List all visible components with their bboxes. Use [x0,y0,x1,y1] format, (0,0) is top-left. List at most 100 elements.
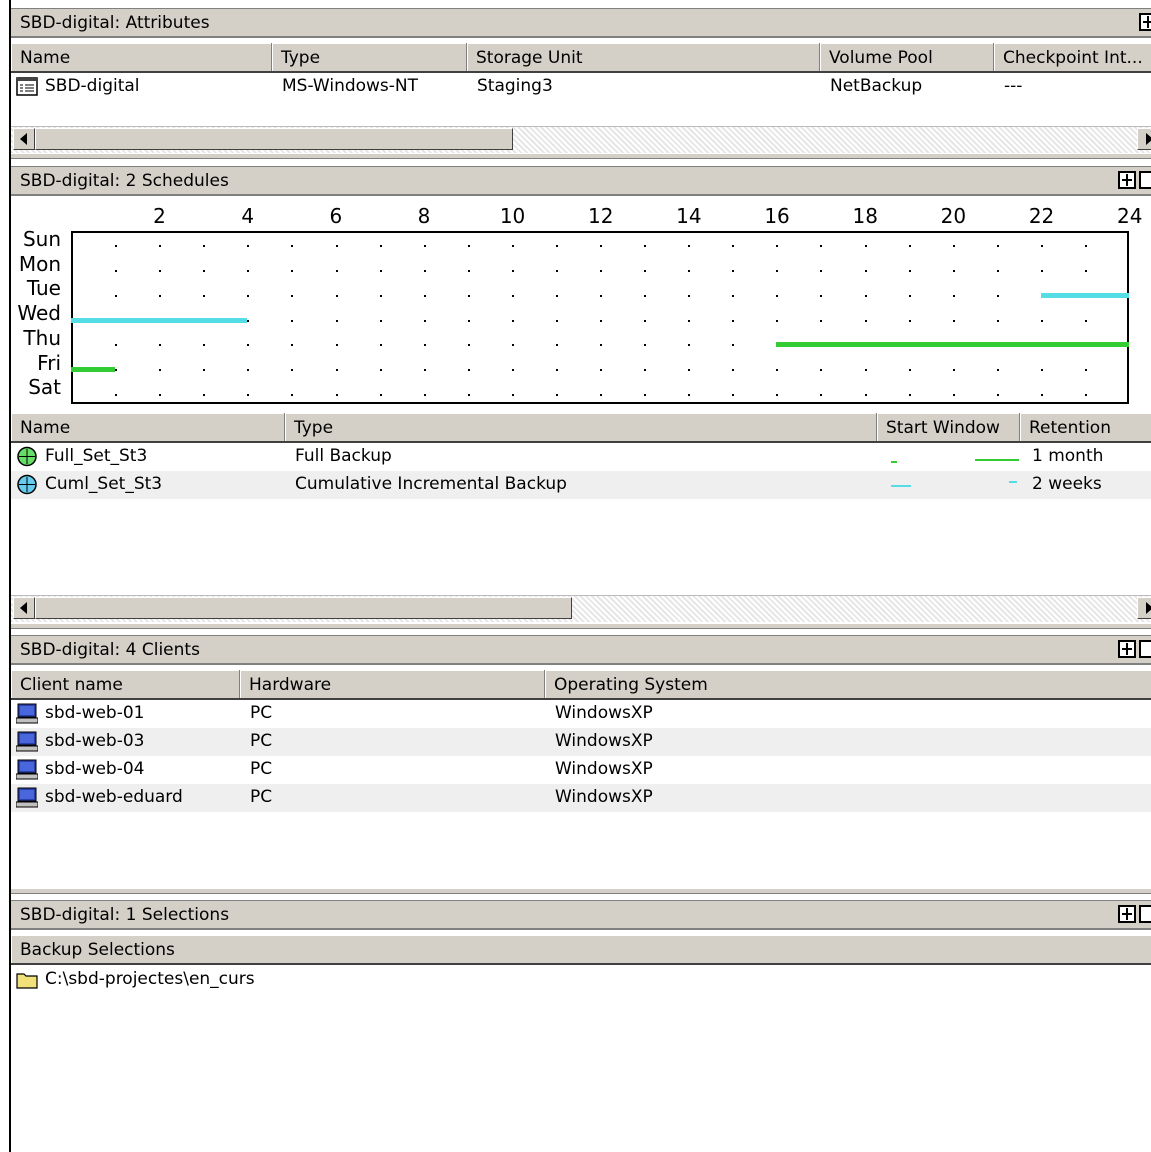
grid-dot [511,368,514,371]
pane-splitter[interactable] [11,888,1151,894]
selections-title-bar: SBD-digital: 1 Selections [11,900,1151,930]
scroll-right-button[interactable] [1137,597,1151,619]
backup-window-bar[interactable] [71,366,116,372]
policy-type: MS-Windows-NT [282,76,419,96]
col-start-window[interactable]: Start Window [877,413,1020,441]
selections-header: Backup Selections [11,935,1151,965]
schedule-type: Full Backup [295,446,392,466]
grid-dot [335,270,338,273]
grid-dot [908,393,911,396]
backup-window-bar[interactable] [1040,292,1129,298]
client-row[interactable]: sbd-web-03 PC WindowsXP [11,728,1151,756]
grid-dot [864,245,867,248]
policy-row[interactable]: SBD-digital MS-Windows-NT Staging3 NetBa… [11,73,1151,101]
scroll-right-button[interactable] [1137,128,1151,150]
col-checkpoint[interactable]: Checkpoint Int... [994,43,1151,71]
scroll-thumb[interactable] [35,597,572,619]
grid-dot [996,393,999,396]
grid-dot [864,319,867,322]
grid-dot [1040,245,1043,248]
backup-window-bar[interactable] [776,342,1129,348]
col-retention[interactable]: Retention [1020,413,1151,441]
hour-tick-label: 10 [499,204,526,228]
col-client-name[interactable]: Client name [11,670,240,698]
grid-dot [996,319,999,322]
grid-dot [203,344,206,347]
grid-dot [555,294,558,297]
grid-dot [247,319,250,322]
schedule-row[interactable]: Full_Set_St3 Full Backup 1 month [11,443,1151,471]
grid-dot [688,319,691,322]
scroll-left-button[interactable] [13,597,35,619]
grid-dot [423,270,426,273]
split-pane-icon[interactable] [1139,13,1151,31]
split-pane-icon[interactable] [1118,905,1136,923]
grid-dot [379,368,382,371]
grid-dot [600,393,602,396]
grid-dot [644,319,647,322]
grid-dot [732,344,735,347]
grid-dot [247,368,250,371]
schedule-chart: 2 4 6 8 10 12 14 16 18 20 22 24 Sun Mon Tue Wed Thu Fri Sa… [11,198,1151,410]
maximize-pane-icon[interactable] [1139,171,1151,189]
maximize-pane-icon[interactable] [1139,640,1151,658]
grid-dot [555,319,558,322]
grid-dot [732,270,735,273]
grid-dot [379,344,382,347]
hour-tick-label: 18 [852,204,878,228]
hour-tick-label: 4 [241,204,255,228]
grid-dot [467,344,470,347]
col-name[interactable]: Name [11,43,272,71]
grid-dot [820,245,823,248]
split-pane-icon[interactable] [1118,171,1136,189]
scroll-thumb[interactable] [35,128,513,150]
grid-dot [335,245,338,248]
grid-dot [555,393,558,396]
backup-window-bar[interactable] [71,317,248,323]
grid-dot [247,344,250,347]
attributes-title-bar: SBD-digital: Attributes [11,8,1151,38]
pane-splitter[interactable] [11,623,1151,629]
selection-row[interactable]: C:\sbd-projectes\en_curs [11,966,1151,994]
grid-dot [379,393,382,396]
attributes-hscroll[interactable] [11,126,1151,153]
computer-icon [16,703,38,724]
grid-dot [335,319,338,322]
client-os: WindowsXP [555,787,653,807]
client-hardware: PC [250,703,273,723]
grid-dot [732,368,735,371]
col-hardware[interactable]: Hardware [240,670,545,698]
client-row[interactable]: sbd-web-eduard PC WindowsXP [11,784,1151,812]
col-operating-system[interactable]: Operating System [545,670,1151,698]
grid-dot [908,270,911,273]
col-type[interactable]: Type [272,43,467,71]
maximize-pane-icon[interactable] [1139,905,1151,923]
grid-dot [291,245,294,248]
client-row[interactable]: sbd-web-01 PC WindowsXP [11,700,1151,728]
grid-dot [159,368,162,371]
grid-dot [423,294,426,297]
grid-dot [1040,270,1043,273]
col-type[interactable]: Type [285,413,877,441]
hour-tick-label: 20 [940,204,967,228]
scroll-left-button[interactable] [13,128,35,150]
clients-header: Client name Hardware Operating System [11,670,1151,700]
client-row[interactable]: sbd-web-04 PC WindowsXP [11,756,1151,784]
grid-dot [1040,393,1043,396]
col-storage-unit[interactable]: Storage Unit [467,43,820,71]
col-backup-selections[interactable]: Backup Selections [11,935,1151,963]
pane-splitter[interactable] [11,153,1151,159]
grid-dot [644,393,647,396]
grid-dot [511,270,514,273]
day-tick-label: Fri [37,350,61,375]
col-volume-pool[interactable]: Volume Pool [820,43,994,71]
schedule-row[interactable]: Cuml_Set_St3 Cumulative Incremental Back… [11,471,1151,499]
grid-dot [159,270,162,273]
grid-dot [644,245,647,248]
split-pane-icon[interactable] [1118,640,1136,658]
grid-dot [379,270,382,273]
clock-icon [17,446,37,467]
schedules-hscroll[interactable] [11,595,1151,622]
client-hardware: PC [250,759,273,779]
col-name[interactable]: Name [11,413,285,441]
